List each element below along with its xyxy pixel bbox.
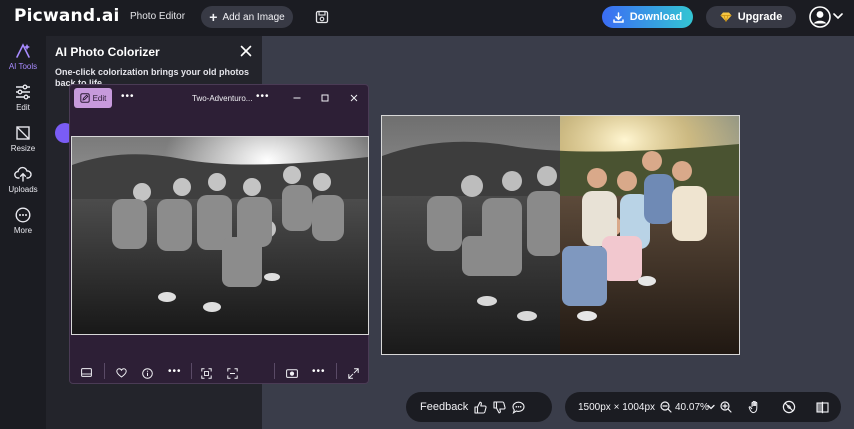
ai-tools-icon: [16, 43, 30, 58]
viewer-menu-icon[interactable]: •••: [121, 91, 135, 102]
zoom-in-icon[interactable]: [720, 392, 732, 422]
download-icon: [612, 11, 624, 23]
image-dimensions: 1500px × 1004px: [578, 401, 656, 413]
crop-icon: [16, 126, 30, 140]
hand-pan-icon[interactable]: [748, 392, 762, 422]
avatar-icon[interactable]: [809, 6, 831, 28]
zoom-level[interactable]: 40.07%: [675, 392, 709, 422]
scan-icon[interactable]: [227, 368, 238, 379]
add-image-button[interactable]: + Add an Image: [201, 6, 293, 28]
rail-item-more[interactable]: More: [0, 207, 46, 235]
logo-text: Picwand: [14, 6, 96, 26]
camera-icon[interactable]: [286, 368, 298, 378]
download-button[interactable]: Download: [602, 6, 693, 28]
cloud-upload-icon: [14, 166, 32, 182]
toolbar-divider: [274, 363, 275, 379]
logo[interactable]: Picwand.ai: [14, 6, 120, 26]
upgrade-label: Upgrade: [737, 11, 783, 23]
compare-icon[interactable]: [782, 392, 796, 422]
rail-label-ai-tools: AI Tools: [8, 62, 38, 71]
zoom-dropdown-icon[interactable]: [707, 392, 715, 422]
top-bar: Picwand.ai Photo Editor + Add an Image D…: [0, 0, 854, 36]
expand-icon[interactable]: [348, 368, 359, 379]
window-close-icon[interactable]: [349, 93, 359, 103]
thumbs-up-icon[interactable]: [474, 401, 487, 414]
viewer-toolbar-more2-icon[interactable]: •••: [312, 366, 326, 377]
maximize-icon[interactable]: [320, 93, 330, 103]
plus-icon: +: [209, 9, 218, 25]
logo-suffix: .ai: [95, 6, 120, 26]
download-label: Download: [629, 11, 683, 23]
minimize-icon[interactable]: [292, 93, 302, 103]
chat-icon[interactable]: [512, 401, 525, 414]
close-icon[interactable]: [240, 45, 252, 57]
panel-title: AI Photo Colorizer: [55, 45, 160, 59]
viewer-edit-label: Edit: [92, 93, 107, 103]
left-rail: AI Tools Edit Resize Uploads More: [0, 36, 46, 429]
more-icon: [15, 207, 31, 223]
rail-item-ai-tools[interactable]: AI Tools: [0, 43, 46, 71]
viewer-more-icon[interactable]: •••: [256, 91, 270, 102]
feedback-label: Feedback: [420, 401, 469, 413]
add-image-label: Add an Image: [222, 11, 285, 23]
zoom-out-icon[interactable]: [660, 392, 672, 422]
toolbar-divider: [191, 363, 192, 379]
rail-label-more: More: [13, 226, 33, 235]
diamond-icon: [720, 12, 732, 22]
rail-label-resize: Resize: [10, 144, 36, 153]
viewer-edit-button[interactable]: Edit: [74, 88, 112, 108]
viewer-toolbar-more-icon[interactable]: •••: [168, 366, 182, 377]
save-icon[interactable]: [315, 10, 329, 24]
viewer-bw-photo: [71, 136, 369, 335]
chevron-down-icon[interactable]: [833, 12, 843, 20]
before-after-image[interactable]: [381, 115, 740, 355]
photo-viewer-window: Edit ••• Two-Adventuro... ••• ••• •••: [69, 84, 369, 384]
info-icon[interactable]: [142, 368, 153, 379]
rail-item-edit[interactable]: Edit: [0, 84, 46, 112]
filmstrip-icon[interactable]: [81, 368, 92, 377]
upgrade-button[interactable]: Upgrade: [706, 6, 796, 28]
rail-label-uploads: Uploads: [8, 185, 38, 194]
heart-icon[interactable]: [116, 368, 127, 378]
feedback-bar: Feedback: [406, 392, 552, 422]
rail-item-resize[interactable]: Resize: [0, 125, 46, 153]
fit-screen-icon[interactable]: [201, 368, 212, 379]
zoom-bar: 1500px × 1004px 40.07%: [565, 392, 841, 422]
viewer-filename: Two-Adventuro...: [192, 94, 253, 103]
nav-photo-editor[interactable]: Photo Editor: [130, 11, 185, 22]
rail-item-uploads[interactable]: Uploads: [0, 166, 46, 194]
toolbar-divider: [104, 363, 105, 379]
toolbar-divider: [336, 363, 337, 379]
split-view-icon[interactable]: [816, 392, 829, 422]
edit-icon: [79, 93, 90, 103]
sliders-icon: [16, 84, 30, 100]
rail-label-edit: Edit: [16, 103, 30, 112]
thumbs-down-icon[interactable]: [493, 400, 506, 414]
